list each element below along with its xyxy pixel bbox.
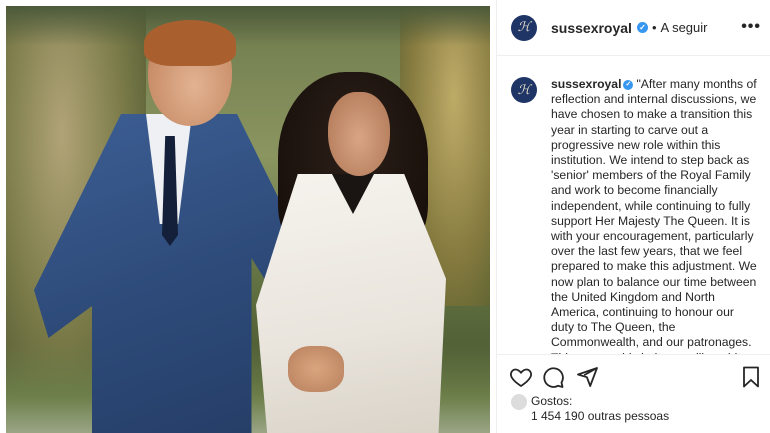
follow-status-button[interactable]: A seguir bbox=[661, 20, 708, 35]
held-hands bbox=[288, 346, 344, 392]
liker-avatar bbox=[511, 394, 527, 410]
header-separator: • bbox=[651, 20, 657, 35]
caption-username-link[interactable]: sussexroyal bbox=[551, 77, 621, 91]
post-photo[interactable] bbox=[6, 6, 490, 433]
caption-text-block: sussexroyal ✓ "After many months of reflec… bbox=[551, 77, 759, 354]
more-options-icon[interactable]: ••• bbox=[741, 18, 761, 36]
man-hair bbox=[144, 20, 236, 66]
likes-label: Gostos: bbox=[531, 394, 573, 408]
woman-face bbox=[328, 92, 390, 176]
likes-count-link[interactable]: 1 454 190 outras pessoas bbox=[531, 409, 669, 423]
share-icon[interactable] bbox=[575, 365, 599, 389]
verified-badge-icon: ✓ bbox=[636, 22, 648, 33]
caption-avatar-monogram: ℋ bbox=[517, 82, 531, 98]
post-header: ℋ sussexroyal ✓ • A seguir ••• bbox=[497, 0, 770, 56]
caption-scroll-area[interactable]: ℋ sussexroyal ✓ "After many months of refl… bbox=[497, 57, 770, 354]
garden-background bbox=[6, 6, 490, 46]
post-sidebar: ℋ sussexroyal ✓ • A seguir ••• ℋ sussexr… bbox=[496, 0, 770, 433]
comment-icon[interactable] bbox=[541, 365, 565, 389]
bookmark-icon[interactable] bbox=[739, 365, 763, 389]
avatar-monogram: ℋ bbox=[517, 20, 531, 35]
caption-text: "After many months of reflection and int… bbox=[551, 77, 757, 354]
heart-icon[interactable] bbox=[509, 365, 533, 389]
caption-avatar[interactable]: ℋ bbox=[511, 77, 537, 103]
profile-avatar[interactable]: ℋ bbox=[511, 14, 537, 41]
caption-verified-badge-icon: ✓ bbox=[623, 79, 634, 90]
header-username-link[interactable]: sussexroyal bbox=[551, 20, 632, 36]
